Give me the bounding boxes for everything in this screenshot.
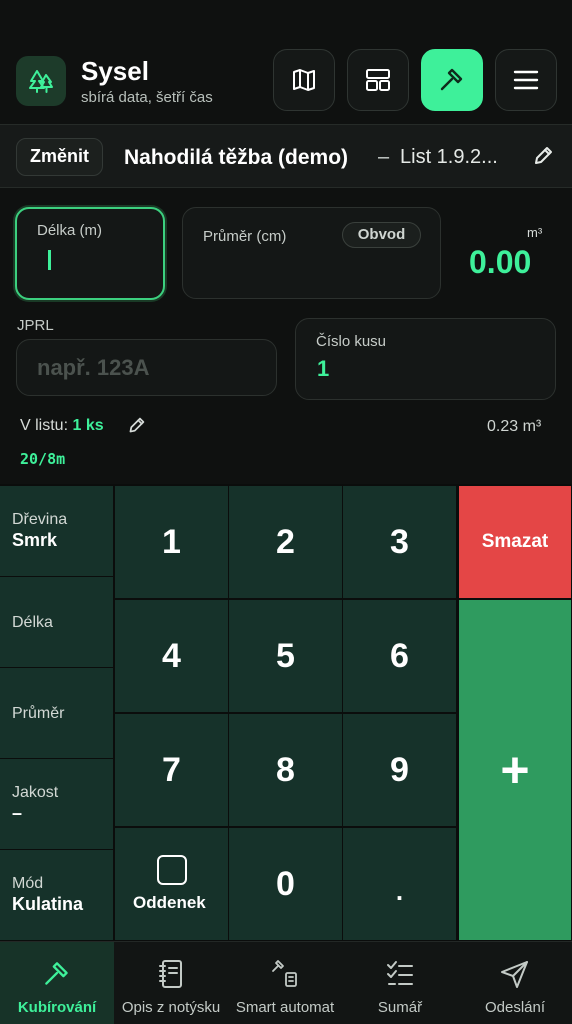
map-button[interactable]	[273, 49, 335, 111]
tab-label: Odeslání	[484, 999, 546, 1016]
notebook-icon	[153, 956, 189, 992]
piece-number-label: Číslo kusu	[316, 333, 387, 350]
volume-unit: m³	[527, 225, 543, 240]
layout-icon	[366, 69, 390, 91]
send-icon	[497, 956, 533, 992]
diameter-input[interactable]	[182, 207, 441, 299]
tab-kubirovani[interactable]: Kubírování	[0, 942, 114, 1024]
sheet-separator: –	[378, 146, 390, 168]
tab-label: Sumář	[377, 999, 423, 1016]
side-species[interactable]: Dřevina Smrk	[0, 486, 114, 577]
smart-automat-icon	[267, 956, 303, 992]
key-3[interactable]: 3	[343, 486, 457, 599]
edit-count-pencil-icon[interactable]	[127, 416, 146, 440]
side-mode[interactable]: Mód Kulatina	[0, 850, 114, 941]
side-mode-label: Mód	[12, 875, 44, 892]
sheet-bar: Změnit Nahodilá těžba (demo) – List 1.9.…	[0, 124, 572, 188]
key-2[interactable]: 2	[229, 486, 343, 599]
oddenek-checkbox-icon	[157, 855, 187, 885]
ratio-readout: 20/8m	[20, 450, 66, 468]
key-6[interactable]: 6	[343, 600, 457, 713]
text-caret	[48, 250, 51, 270]
side-length-label: Délka	[12, 614, 53, 631]
hammer-icon	[440, 68, 463, 91]
tab-label: Smart automat	[235, 999, 335, 1016]
hammer-icon	[39, 956, 75, 992]
add-piece-button[interactable]: +	[459, 600, 572, 941]
side-quality-value: –	[12, 803, 23, 823]
delete-button[interactable]: Smazat	[459, 486, 572, 599]
tab-odeslani[interactable]: Odeslání	[458, 942, 572, 1024]
hammer-button[interactable]	[421, 49, 483, 111]
side-diameter[interactable]: Průměr	[0, 668, 114, 759]
menu-button[interactable]	[495, 49, 557, 111]
app-title: Sysel	[81, 56, 149, 86]
diameter-label: Průměr (cm)	[203, 228, 287, 245]
tab-sumar[interactable]: Sumář	[343, 942, 457, 1024]
tab-smart-automat[interactable]: Smart automat	[228, 942, 342, 1024]
volume-value: 0.00	[469, 244, 532, 280]
side-species-value: Smrk	[12, 530, 58, 550]
key-decimal[interactable]: .	[343, 828, 457, 941]
key-5[interactable]: 5	[229, 600, 343, 713]
piece-number-input[interactable]	[295, 318, 556, 400]
in-sheet-label: V listu:	[20, 417, 69, 434]
side-species-label: Dřevina	[12, 511, 68, 528]
in-sheet-count: 1 ks	[72, 417, 104, 434]
edit-sheet-pencil-icon[interactable]	[532, 145, 554, 172]
in-sheet-summary: V listu: 1 ks	[20, 417, 104, 435]
map-icon	[293, 69, 315, 91]
side-quality[interactable]: Jakost –	[0, 759, 114, 850]
side-quality-label: Jakost	[12, 784, 59, 801]
key-9[interactable]: 9	[343, 714, 457, 827]
jprl-placeholder: např. 123A	[37, 355, 150, 380]
sheet-list-name: List 1.9.2...	[400, 146, 498, 168]
key-7[interactable]: 7	[115, 714, 229, 827]
piece-number-value: 1	[317, 356, 330, 381]
key-0[interactable]: 0	[229, 828, 343, 941]
sheet-title: Nahodilá těžba (demo)	[124, 146, 349, 169]
tree-logo-icon	[16, 56, 66, 106]
length-input[interactable]	[15, 207, 165, 300]
jprl-label: JPRL	[17, 317, 54, 334]
bottom-tab-bar: Kubírování Opis z notýsku Smart automat	[0, 941, 572, 1024]
layout-button[interactable]	[347, 49, 409, 111]
key-8[interactable]: 8	[229, 714, 343, 827]
circumference-toggle[interactable]: Obvod	[342, 222, 421, 248]
in-sheet-volume: 0.23 m³	[487, 418, 542, 435]
tab-label: Kubírování	[17, 999, 97, 1016]
change-sheet-button[interactable]: Změnit	[16, 138, 104, 176]
key-1[interactable]: 1	[115, 486, 229, 599]
side-diameter-label: Průměr	[12, 705, 65, 722]
tab-opis-z-notysku[interactable]: Opis z notýsku	[114, 942, 228, 1024]
tab-label: Opis z notýsku	[121, 999, 221, 1016]
length-label: Délka (m)	[37, 222, 103, 239]
app-subtitle: sbírá data, šetří čas	[81, 89, 213, 106]
side-mode-value: Kulatina	[12, 894, 84, 914]
side-length[interactable]: Délka	[0, 577, 114, 668]
key-4[interactable]: 4	[115, 600, 229, 713]
app-header: Sysel sbírá data, šetří čas	[0, 0, 572, 124]
menu-icon	[513, 70, 539, 90]
oddenek-label: Oddenek	[133, 893, 206, 912]
checklist-icon	[382, 956, 418, 992]
